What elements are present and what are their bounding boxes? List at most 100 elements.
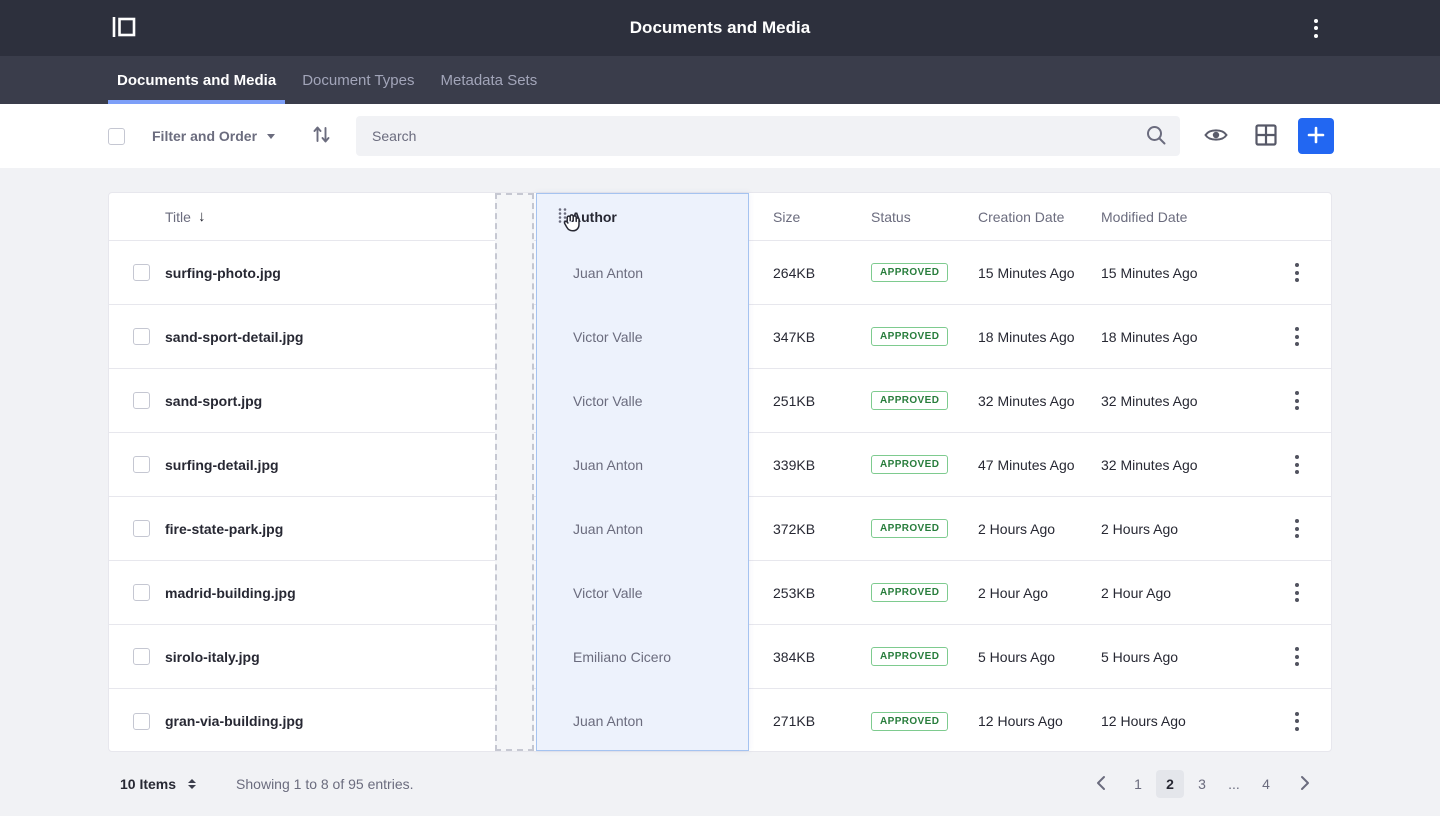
document-title[interactable]: sand-sport-detail.jpg xyxy=(165,329,303,345)
creation-date: 2 Hour Ago xyxy=(978,585,1048,601)
tab-label: Documents and Media xyxy=(117,72,276,89)
document-size: 264KB xyxy=(773,265,815,281)
page-1-button[interactable]: 1 xyxy=(1124,770,1152,798)
status-badge: APPROVED xyxy=(871,647,948,666)
vertical-ellipsis-icon xyxy=(1295,647,1299,666)
page-ellipsis-button[interactable]: ... xyxy=(1220,770,1248,798)
filter-and-order-button[interactable]: Filter and Order xyxy=(152,128,275,144)
vertical-ellipsis-icon xyxy=(1295,327,1299,346)
management-toolbar: Filter and Order xyxy=(0,104,1440,168)
search-bar xyxy=(356,116,1180,156)
pagination-bar: 10 Items Showing 1 to 8 of 95 entries. 1… xyxy=(108,752,1332,816)
chevron-right-icon xyxy=(1300,775,1310,794)
add-button[interactable] xyxy=(1298,118,1334,154)
vertical-ellipsis-icon xyxy=(1295,263,1299,282)
row-actions-kebab-button[interactable] xyxy=(1289,579,1305,606)
document-title[interactable]: madrid-building.jpg xyxy=(165,585,296,601)
row-checkbox[interactable] xyxy=(133,584,150,601)
select-all-checkbox[interactable] xyxy=(108,128,125,145)
document-author: Victor Valle xyxy=(573,329,643,345)
chevron-left-icon xyxy=(1096,775,1106,794)
row-actions-kebab-button[interactable] xyxy=(1289,323,1305,350)
row-actions-kebab-button[interactable] xyxy=(1289,387,1305,414)
row-actions-kebab-button[interactable] xyxy=(1289,451,1305,478)
status-badge: APPROVED xyxy=(871,712,948,731)
page-3-button[interactable]: 3 xyxy=(1188,770,1216,798)
vertical-ellipsis-icon xyxy=(1314,19,1318,38)
column-header-status[interactable]: Status xyxy=(871,193,978,240)
document-author: Victor Valle xyxy=(573,585,643,601)
modified-date: 18 Minutes Ago xyxy=(1101,329,1198,345)
column-creation-label: Creation Date xyxy=(978,209,1064,225)
tab-metadata-sets[interactable]: Metadata Sets xyxy=(431,56,546,104)
row-actions-kebab-button[interactable] xyxy=(1289,708,1305,735)
document-title[interactable]: fire-state-park.jpg xyxy=(165,521,283,537)
document-size: 271KB xyxy=(773,713,815,729)
status-badge: APPROVED xyxy=(871,583,948,602)
sort-order-button[interactable] xyxy=(313,125,330,147)
page-2-button-active[interactable]: 2 xyxy=(1156,770,1184,798)
column-header-size[interactable]: Size xyxy=(749,193,871,240)
page-4-button[interactable]: 4 xyxy=(1252,770,1280,798)
document-size: 384KB xyxy=(773,649,815,665)
previous-page-button[interactable] xyxy=(1088,770,1114,798)
search-submit-button[interactable] xyxy=(1144,124,1168,148)
modified-date: 2 Hour Ago xyxy=(1101,585,1171,601)
modified-date: 15 Minutes Ago xyxy=(1101,265,1198,281)
status-badge: APPROVED xyxy=(871,327,948,346)
column-modified-label: Modified Date xyxy=(1101,209,1187,225)
document-title[interactable]: surfing-detail.jpg xyxy=(165,457,279,473)
column-header-creation-date[interactable]: Creation Date xyxy=(978,193,1101,240)
row-checkbox[interactable] xyxy=(133,456,150,473)
row-actions-kebab-button[interactable] xyxy=(1289,515,1305,542)
drag-handle-icon[interactable] xyxy=(557,207,568,227)
preview-view-button[interactable] xyxy=(1204,124,1228,148)
document-author: Juan Anton xyxy=(573,265,643,281)
vertical-ellipsis-icon xyxy=(1295,391,1299,410)
creation-date: 47 Minutes Ago xyxy=(978,457,1075,473)
display-style-cards-button[interactable] xyxy=(1254,124,1278,148)
row-checkbox[interactable] xyxy=(133,648,150,665)
eye-icon xyxy=(1204,126,1228,147)
status-badge: APPROVED xyxy=(871,391,948,410)
column-title-label: Title xyxy=(165,209,191,225)
document-title[interactable]: gran-via-building.jpg xyxy=(165,713,303,729)
documents-table-card: Title ↓ Author Size Status Creation Date… xyxy=(108,192,1332,752)
status-badge: APPROVED xyxy=(871,519,948,538)
next-page-button[interactable] xyxy=(1292,770,1318,798)
tab-documents-and-media[interactable]: Documents and Media xyxy=(108,56,285,104)
column-author-label: Author xyxy=(571,209,617,225)
document-title[interactable]: sirolo-italy.jpg xyxy=(165,649,260,665)
row-actions-kebab-button[interactable] xyxy=(1289,643,1305,670)
document-title[interactable]: surfing-photo.jpg xyxy=(165,265,281,281)
header-kebab-button[interactable] xyxy=(1304,14,1328,42)
document-size: 372KB xyxy=(773,521,815,537)
row-checkbox[interactable] xyxy=(133,520,150,537)
page-title: Documents and Media xyxy=(630,18,810,38)
vertical-ellipsis-icon xyxy=(1295,712,1299,731)
document-author: Juan Anton xyxy=(573,521,643,537)
document-size: 251KB xyxy=(773,393,815,409)
app-header: Documents and Media xyxy=(0,0,1440,56)
row-checkbox[interactable] xyxy=(133,392,150,409)
row-checkbox[interactable] xyxy=(133,713,150,730)
items-per-page-selector[interactable]: 10 Items xyxy=(120,776,196,792)
column-header-modified-date[interactable]: Modified Date xyxy=(1101,193,1224,240)
modified-date: 2 Hours Ago xyxy=(1101,521,1178,537)
select-caret-icon xyxy=(188,779,196,790)
vertical-ellipsis-icon xyxy=(1295,583,1299,602)
vertical-ellipsis-icon xyxy=(1295,455,1299,474)
grid-icon xyxy=(1255,124,1277,149)
column-size-label: Size xyxy=(773,209,800,225)
document-title[interactable]: sand-sport.jpg xyxy=(165,393,262,409)
modified-date: 12 Hours Ago xyxy=(1101,713,1186,729)
row-checkbox[interactable] xyxy=(133,328,150,345)
tab-document-types[interactable]: Document Types xyxy=(293,56,423,104)
row-actions-kebab-button[interactable] xyxy=(1289,259,1305,286)
row-checkbox[interactable] xyxy=(133,264,150,281)
search-input[interactable] xyxy=(356,116,1180,156)
header-checkbox-cell xyxy=(109,193,165,240)
creation-date: 2 Hours Ago xyxy=(978,521,1055,537)
column-header-title[interactable]: Title ↓ xyxy=(165,193,495,240)
product-menu-button[interactable] xyxy=(110,14,138,42)
